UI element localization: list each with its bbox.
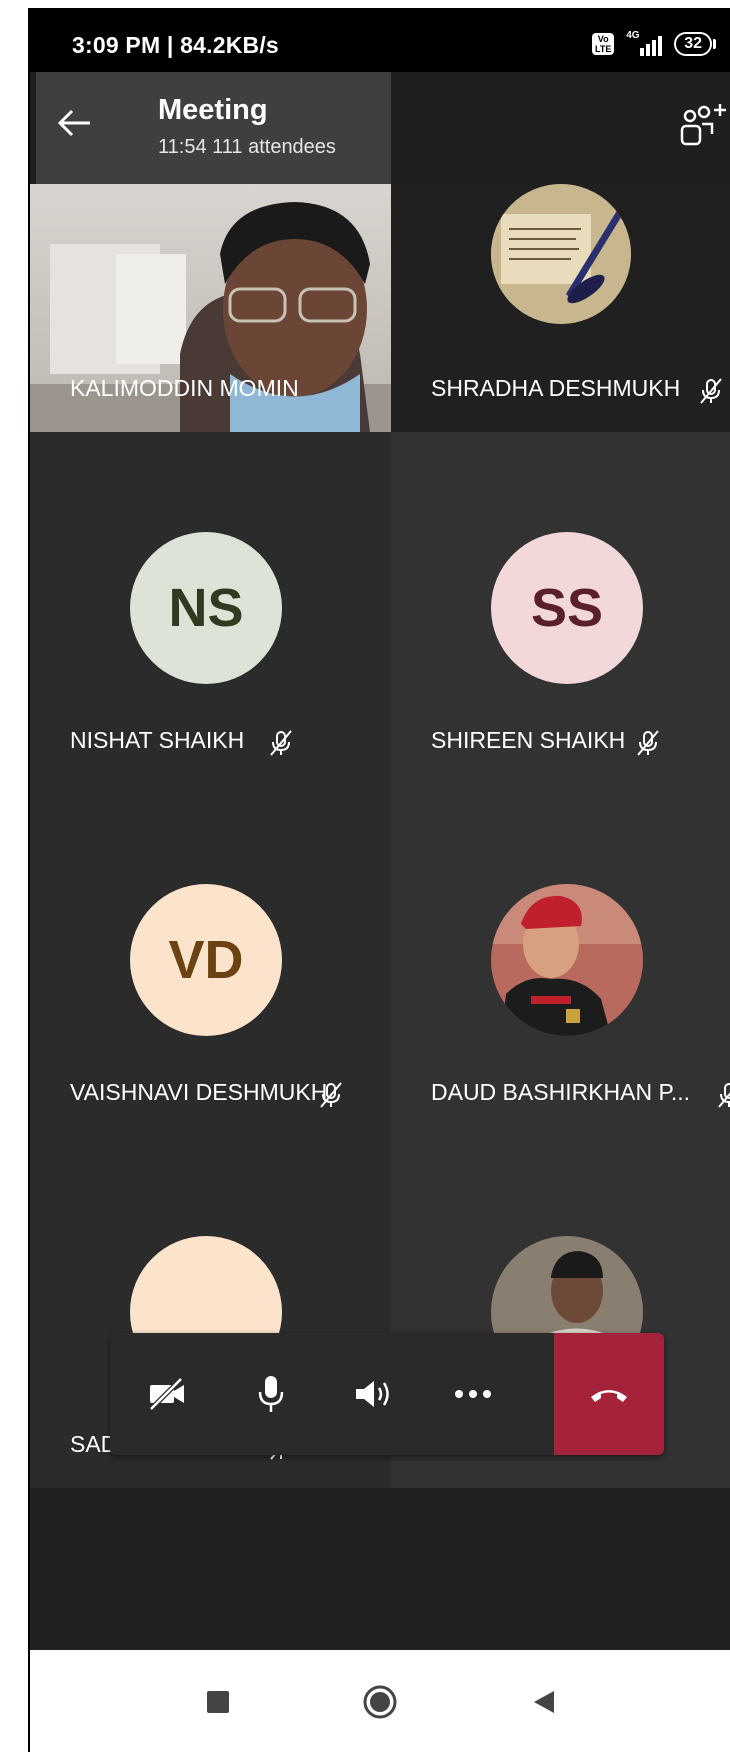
mic-off-icon	[700, 378, 722, 404]
participant-avatar-photo	[491, 184, 631, 324]
participant-name: VAISHNAVI DESHMUKH	[70, 1079, 328, 1105]
participant-name: KALIMODDIN MOMIN	[70, 375, 299, 401]
participant-name: SHIREEN SHAIKH	[431, 727, 626, 753]
participant-name: NISHAT SHAIKH	[70, 727, 245, 753]
circle-icon	[363, 1685, 397, 1719]
back-button[interactable]	[524, 1682, 564, 1722]
participant-avatar: NS	[130, 532, 282, 684]
signal-icon: 4G	[624, 30, 664, 56]
video-toggle-button[interactable]	[118, 1333, 216, 1455]
participant-avatar: SS	[491, 532, 643, 684]
participant-name: DAUD BASHIRKHAN P...	[431, 1079, 691, 1105]
triangle-back-icon	[534, 1691, 554, 1713]
network-type: 4G	[626, 30, 640, 41]
participant-tile[interactable]: DAUD BASHIRKHAN P...	[391, 784, 730, 1136]
battery-level: 32	[684, 35, 702, 52]
hang-up-button[interactable]	[554, 1333, 664, 1455]
phone-frame: 3:09 PM | 84.2KB/s Vo LTE 4G 32 KALIMODD…	[28, 8, 730, 1752]
android-nav-bar	[30, 1650, 730, 1752]
back-arrow-icon[interactable]	[54, 102, 96, 144]
meeting-header: Meeting 11:54 111 attendees	[30, 72, 730, 184]
mic-off-icon	[718, 1083, 730, 1108]
recents-button[interactable]	[198, 1682, 238, 1722]
teams-meeting-screen: 3:09 PM | 84.2KB/s Vo LTE 4G 32 KALIMODD…	[30, 10, 730, 1752]
volte-icon: Vo LTE	[592, 33, 615, 55]
more-options-icon	[455, 1390, 491, 1398]
empty-grid-area	[391, 1488, 730, 1650]
hang-up-icon	[591, 1390, 627, 1402]
avatar-initials: VD	[168, 930, 244, 990]
microphone-icon	[258, 1376, 284, 1412]
status-icons: Vo LTE 4G 32	[592, 30, 716, 56]
video-off-icon	[149, 1377, 184, 1411]
status-time: 3:09 PM | 84.2KB/s	[72, 32, 279, 58]
participant-tile[interactable]: NS NISHAT SHAIKH	[30, 432, 391, 784]
mic-off-icon	[320, 1082, 342, 1108]
participant-tile[interactable]: KALIMODDIN MOMIN	[30, 184, 391, 432]
mic-off-icon	[270, 730, 292, 756]
add-participants-icon[interactable]	[676, 102, 728, 150]
participant-name: SHRADHA DESHMUKH	[431, 375, 681, 401]
speaker-icon	[356, 1381, 389, 1407]
avatar-initials: SS	[530, 578, 604, 638]
more-options-button[interactable]	[424, 1333, 522, 1455]
participant-tile[interactable]: VD VAISHNAVI DESHMUKH	[30, 784, 391, 1136]
mic-off-icon	[637, 730, 659, 756]
home-button[interactable]	[360, 1682, 400, 1722]
meeting-title: Meeting	[158, 94, 268, 126]
microphone-button[interactable]	[222, 1333, 320, 1455]
participant-tile[interactable]: SHRADHA DESHMUKH	[391, 184, 730, 432]
participant-avatar: VD	[130, 884, 282, 1036]
call-controls	[110, 1333, 664, 1455]
battery-icon: 32	[674, 32, 716, 56]
participant-avatar-photo	[491, 884, 643, 1036]
speaker-button[interactable]	[324, 1333, 422, 1455]
square-icon	[207, 1691, 229, 1713]
status-bar: 3:09 PM | 84.2KB/s Vo LTE 4G 32	[30, 10, 730, 72]
avatar-initials: NS	[168, 578, 244, 638]
meeting-subtitle: 11:54 111 attendees	[158, 136, 336, 158]
participant-tile[interactable]: SS SHIREEN SHAIKH	[391, 432, 730, 784]
